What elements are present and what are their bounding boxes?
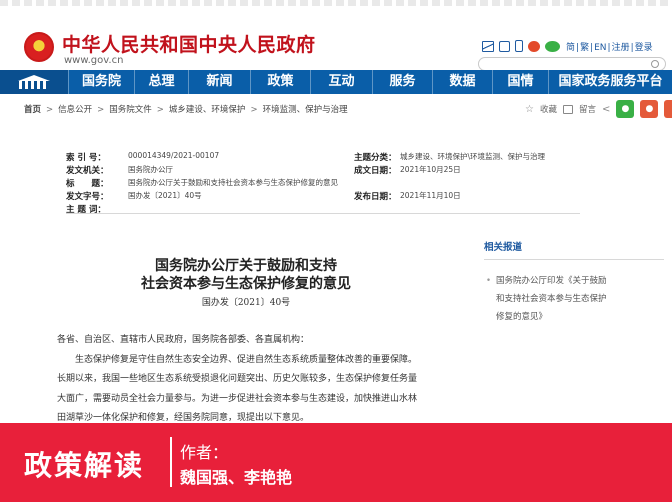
salutation: 各省、自治区、直辖市人民政府，国务院各部委、各直属机构： [57, 335, 310, 345]
agency-value: 国务院办公厅 [128, 165, 173, 174]
favorite-link[interactable]: 收藏 [540, 103, 557, 115]
related-title: 相关报道 [484, 239, 664, 260]
banner-title: 政策解读 [24, 449, 145, 482]
nav-item-premier[interactable]: 总理 [134, 70, 188, 94]
mail-icon[interactable] [482, 40, 494, 52]
lang-simplified-link[interactable]: 简 [566, 43, 575, 53]
doc-number-value: 国办发〔2021〕40号 [128, 191, 202, 200]
body-line: 长期以来，我国一些地区生态系统受损退化问题突出、历史欠账较多，生态保护修复任务量 [57, 374, 418, 384]
author-names: 魏国强、李艳艳 [180, 468, 293, 487]
meta-divider [66, 213, 580, 214]
document-body: 各省、自治区、直辖市人民政府，国务院各部委、各直属机构： 生态保护修复是守住自然… [57, 331, 469, 429]
nav-item-interaction[interactable]: 互动 [310, 70, 372, 94]
breadcrumb-home[interactable]: 首页 [24, 105, 41, 115]
nav-item-news[interactable]: 新闻 [188, 70, 250, 94]
nav-item-service-platform[interactable]: 国家政务服务平台 [548, 70, 672, 94]
nav-item-policy[interactable]: 政策 [250, 70, 310, 94]
nav-item-state-council[interactable]: 国务院 [68, 70, 134, 94]
lang-english-link[interactable]: EN [594, 43, 606, 53]
date-written-value: 2021年10月25日 [400, 165, 461, 174]
tablet-icon[interactable] [499, 40, 510, 52]
national-emblem-icon[interactable] [24, 32, 54, 62]
related-reports: 相关报道 • 国务院办公厅印发《关于鼓励 和支持社会资本参与生态保护 修复的意见… [484, 239, 664, 326]
nav-item-data[interactable]: 数据 [432, 70, 492, 94]
title-value: 国务院办公厅关于鼓励和支持社会资本参与生态保护修复的意见 [128, 178, 338, 187]
nav-item-services[interactable]: 服务 [372, 70, 432, 94]
banner-divider [170, 437, 172, 487]
login-link[interactable]: 登录 [635, 43, 653, 53]
date-published-value: 2021年11月10日 [400, 191, 461, 200]
policy-interpretation-banner: 政策解读 作者： 魏国强、李艳艳 [0, 423, 672, 502]
document-number: 国办发〔2021〕40号 [201, 298, 291, 308]
breadcrumb-state-council-docs[interactable]: 国务院文件 [109, 105, 152, 115]
share-tools: ☆ 收藏 留言 < ● ● [525, 98, 672, 120]
related-item-link[interactable]: • 国务院办公厅印发《关于鼓励 和支持社会资本参与生态保护 修复的意见》 [484, 272, 664, 326]
lang-links: 简|繁|EN|注册|登录 [566, 42, 653, 53]
breadcrumb-bar: 首页 > 信息公开 > 国务院文件 > 城乡建设、环境保护 > 环境监测、保护与治理 ☆ 收藏 … [0, 94, 672, 124]
lang-traditional-link[interactable]: 繁 [580, 43, 589, 53]
more-share-icon[interactable] [664, 100, 672, 118]
site-title[interactable]: 中华人民共和国中央人民政府 [62, 30, 316, 57]
share-icon[interactable]: < [602, 104, 610, 115]
breadcrumb-env-monitoring[interactable]: 环境监测、保护与治理 [263, 105, 348, 115]
weibo-icon[interactable] [528, 40, 540, 52]
breadcrumb: 首页 > 信息公开 > 国务院文件 > 城乡建设、环境保护 > 环境监测、保护与治理 [24, 105, 348, 115]
body-line: 生态保护修复是守住自然生态安全边界、促进自然生态系统质量整体改善的重要保障。 [75, 354, 418, 365]
print-icon[interactable] [562, 104, 573, 114]
author-label: 作者： [180, 443, 229, 462]
weibo-share-icon[interactable]: ● [640, 100, 659, 118]
nav-home-logo[interactable] [0, 70, 68, 94]
print-link[interactable]: 留言 [579, 103, 596, 115]
index-number: 000014349/2021-00107 [128, 151, 220, 160]
breadcrumb-info-public[interactable]: 信息公开 [58, 105, 92, 115]
site-header: 中华人民共和国中央人民政府 www.gov.cn 简|繁|EN|注册|登录 [0, 6, 672, 71]
breadcrumb-urban-environment[interactable]: 城乡建设、环境保护 [169, 105, 246, 115]
category-value: 城乡建设、环境保护\环境监测、保护与治理 [400, 152, 546, 161]
star-icon[interactable]: ☆ [525, 104, 534, 115]
mobile-icon[interactable] [515, 40, 523, 52]
search-icon[interactable] [651, 60, 659, 68]
register-link[interactable]: 注册 [612, 43, 630, 53]
document-title: 国务院办公厅关于鼓励和支持 社会资本参与生态保护修复的意见 [141, 258, 351, 292]
site-url: www.gov.cn [64, 55, 124, 66]
main-nav: 国务院 总理 新闻 政策 互动 服务 数据 国情 国家政务服务平台 [0, 70, 672, 94]
nav-item-national-info[interactable]: 国情 [492, 70, 548, 94]
wechat-share-icon[interactable]: ● [616, 100, 635, 118]
wechat-icon[interactable] [545, 40, 560, 52]
body-line: 大面广，需要动员全社会力量参与。为进一步促进社会资本参与生态建设，加快推进山水林 [57, 393, 418, 404]
top-tools: 简|繁|EN|注册|登录 [482, 39, 654, 53]
search-input[interactable] [478, 57, 666, 71]
document-metadata: 索 引 号： 000014349/2021-00107 主题分类： 城乡建设、环… [66, 149, 580, 215]
